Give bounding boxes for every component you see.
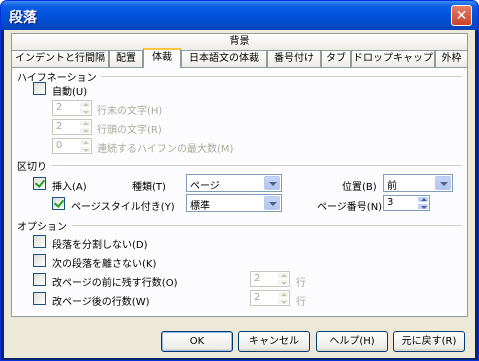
- tab-label: 体裁: [152, 52, 172, 63]
- paragraph-dialog: 段落 ✕ 背景 インデントと行間隔 配置 体裁 日本語文の体裁 番号付け タブ …: [0, 0, 479, 361]
- select-value: ページ: [190, 181, 220, 192]
- break-position-label: 位置(B): [342, 182, 377, 193]
- spin-up-icon[interactable]: [79, 139, 91, 146]
- chars-at-line-start-spinner[interactable]: 2: [52, 119, 92, 135]
- close-icon: ✕: [455, 7, 468, 24]
- dialog-client-area: 背景 インデントと行間隔 配置 体裁 日本語文の体裁 番号付け タブ ドロップキ…: [4, 30, 475, 358]
- insert-break-checkbox[interactable]: [33, 177, 46, 190]
- widow-lines-spinner[interactable]: 2: [250, 290, 290, 306]
- auto-hyphenation-checkbox[interactable]: [33, 82, 46, 95]
- spin-down-icon[interactable]: [417, 203, 429, 210]
- spinner-buttons: [79, 101, 91, 115]
- widow-control-checkbox[interactable]: [33, 292, 46, 305]
- tab-numbering[interactable]: 番号付け: [267, 50, 321, 68]
- tab-asian-typography[interactable]: 日本語文の体裁: [181, 50, 267, 68]
- spinner-buttons: [277, 272, 289, 286]
- tab-tabs[interactable]: タブ: [321, 50, 351, 68]
- tab-label: 番号付け: [274, 53, 314, 64]
- widow-lines-unit: 行: [296, 297, 306, 308]
- with-page-style-label: ページスタイル付き(Y): [71, 202, 175, 213]
- reset-button[interactable]: 元に戻す(R): [393, 331, 465, 352]
- spin-up-icon[interactable]: [277, 272, 289, 279]
- select-value: 前: [387, 181, 397, 192]
- spinner-value: 2: [56, 102, 63, 113]
- cancel-button[interactable]: キャンセル: [238, 331, 310, 352]
- spin-down-icon[interactable]: [277, 298, 289, 305]
- options-heading: オプション: [17, 218, 71, 233]
- spinner-buttons: [79, 139, 91, 153]
- tab-panel: ハイフネーション 自動(U) 2 行末の文字(H) 2 行頭の文字(R) 0 連…: [11, 67, 468, 317]
- tab-drop-caps[interactable]: ドロップキャップ: [351, 50, 435, 68]
- hyphenation-heading: ハイフネーション: [17, 69, 101, 84]
- spin-up-icon[interactable]: [417, 196, 429, 203]
- do-not-split-checkbox[interactable]: [33, 235, 46, 248]
- chevron-down-icon[interactable]: [264, 176, 280, 190]
- window-title: 段落: [9, 10, 37, 26]
- spinner-value: 3: [387, 197, 394, 208]
- spinner-buttons: [277, 291, 289, 305]
- spin-down-icon[interactable]: [79, 108, 91, 115]
- title-bar[interactable]: 段落 ✕: [1, 1, 478, 30]
- chars-at-line-start-label: 行頭の文字(R): [97, 125, 162, 136]
- spin-down-icon[interactable]: [79, 146, 91, 153]
- spin-up-icon[interactable]: [277, 291, 289, 298]
- tab-label: 日本語文の体裁: [189, 53, 259, 64]
- spinner-value: 2: [254, 292, 261, 303]
- page-style-select[interactable]: 標準: [186, 194, 282, 212]
- tab-text-flow[interactable]: 体裁: [143, 48, 181, 68]
- spin-down-icon[interactable]: [79, 127, 91, 134]
- help-button[interactable]: ヘルプ(H): [316, 331, 388, 352]
- break-type-select[interactable]: ページ: [186, 174, 282, 192]
- ok-button[interactable]: OK: [161, 331, 233, 352]
- orphan-lines-unit: 行: [296, 278, 306, 289]
- orphan-control-checkbox[interactable]: [33, 273, 46, 286]
- spinner-value: 2: [254, 273, 261, 284]
- tab-alignment[interactable]: 配置: [109, 50, 143, 68]
- tab-label: 背景: [229, 36, 250, 47]
- auto-hyphenation-label: 自動(U): [52, 87, 88, 98]
- with-page-style-checkbox[interactable]: [52, 197, 65, 210]
- tab-label: ドロップキャップ: [353, 53, 433, 64]
- insert-break-label: 挿入(A): [52, 182, 87, 193]
- tab-label: タブ: [326, 53, 346, 64]
- spinner-buttons: [417, 196, 429, 210]
- spinner-value: 0: [56, 140, 63, 151]
- keep-with-next-checkbox[interactable]: [33, 254, 46, 267]
- page-number-label: ページ番号(N): [317, 202, 383, 213]
- tab-label: 配置: [116, 53, 136, 64]
- tab-borders[interactable]: 外枠: [435, 50, 468, 68]
- chevron-down-icon[interactable]: [435, 176, 451, 190]
- spin-up-icon[interactable]: [79, 120, 91, 127]
- page-number-spinner[interactable]: 3: [383, 195, 430, 211]
- orphan-lines-spinner[interactable]: 2: [250, 271, 290, 287]
- chars-at-line-end-label: 行末の文字(H): [97, 106, 163, 117]
- chars-at-line-end-spinner[interactable]: 2: [52, 100, 92, 116]
- tab-background[interactable]: 背景: [11, 33, 468, 51]
- section-divider: [92, 76, 462, 78]
- close-button[interactable]: ✕: [451, 5, 472, 26]
- breaks-heading: 区切り: [17, 158, 51, 173]
- spin-up-icon[interactable]: [79, 101, 91, 108]
- spinner-value: 2: [56, 121, 63, 132]
- orphan-control-label: 改ページの前に残す行数(O): [52, 278, 178, 289]
- max-consecutive-hyphens-label: 連続するハイフンの最大数(M): [97, 144, 234, 155]
- chevron-down-icon[interactable]: [264, 196, 280, 210]
- tab-label: インデントと行間隔: [15, 53, 105, 64]
- tab-indents-spacing[interactable]: インデントと行間隔: [11, 50, 109, 68]
- section-divider: [72, 225, 462, 227]
- max-consecutive-hyphens-spinner[interactable]: 0: [52, 138, 92, 154]
- spinner-buttons: [79, 120, 91, 134]
- select-value: 標準: [190, 201, 210, 212]
- widow-control-label: 改ページ後の行数(W): [52, 297, 150, 308]
- section-divider: [52, 165, 462, 167]
- keep-with-next-label: 次の段落を離さない(K): [52, 259, 157, 270]
- spin-down-icon[interactable]: [277, 279, 289, 286]
- break-type-label: 種類(T): [132, 182, 166, 193]
- tab-label: 外枠: [441, 53, 462, 64]
- break-position-select[interactable]: 前: [383, 174, 453, 192]
- do-not-split-label: 段落を分割しない(D): [52, 240, 148, 251]
